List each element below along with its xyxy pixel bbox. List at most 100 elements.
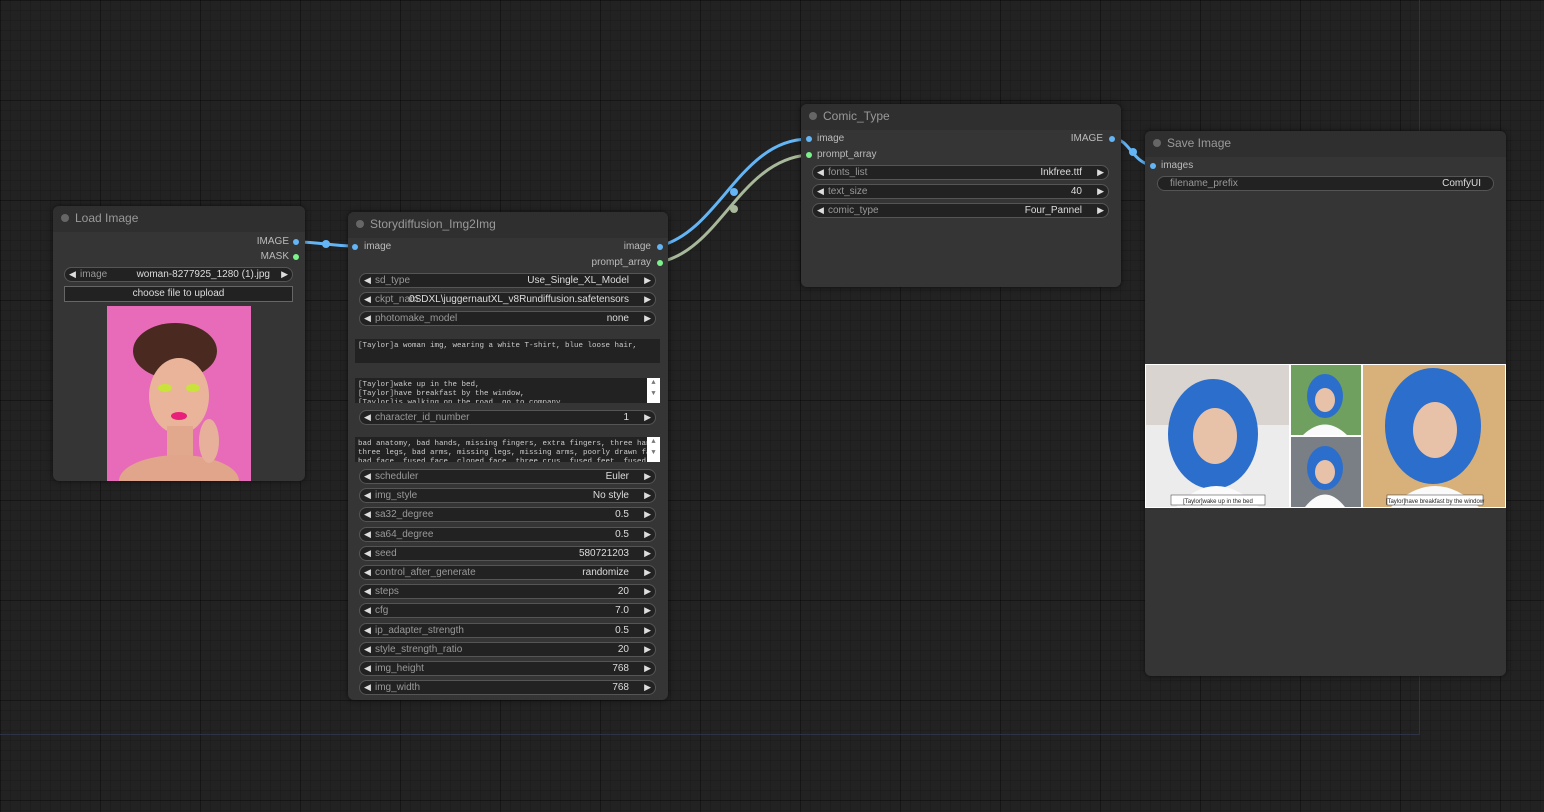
prompt-textarea[interactable]: [Taylor]a woman img, wearing a white T-s… bbox=[355, 339, 660, 363]
character-id-widget[interactable]: ◀ character_id_number 1 ▶ bbox=[359, 410, 656, 425]
arrow-left-icon[interactable]: ◀ bbox=[364, 274, 371, 287]
output-slot-mask[interactable]: MASK bbox=[261, 250, 299, 264]
scene-textarea[interactable]: [Taylor]wake up in the bed, [Taylor]have… bbox=[355, 378, 660, 403]
output-slot-image[interactable]: image bbox=[624, 240, 663, 254]
load-image-title-bar[interactable]: Load Image bbox=[53, 206, 305, 232]
input-slot-image[interactable]: image bbox=[806, 132, 844, 146]
storydiffusion-title-bar[interactable]: Storydiffusion_Img2Img bbox=[348, 212, 668, 238]
comic-type-title-bar[interactable]: Comic_Type bbox=[801, 104, 1121, 130]
arrow-right-icon[interactable]: ▶ bbox=[644, 411, 651, 424]
arrow-left-icon[interactable]: ◀ bbox=[364, 643, 371, 656]
collapse-dot-icon[interactable] bbox=[61, 214, 69, 222]
input-slot-images[interactable]: images bbox=[1150, 159, 1193, 173]
scrollbar[interactable]: ▲ ▼ bbox=[647, 378, 660, 403]
text-size-widget[interactable]: ◀ text_size 40 ▶ bbox=[812, 184, 1109, 199]
filename-prefix-widget[interactable]: filename_prefix ComfyUI bbox=[1157, 176, 1494, 191]
arrow-right-icon[interactable]: ▶ bbox=[644, 566, 651, 579]
node-title: Save Image bbox=[1167, 136, 1232, 150]
negative-textarea[interactable]: bad anatomy, bad hands, missing fingers,… bbox=[355, 437, 660, 462]
arrow-left-icon[interactable]: ◀ bbox=[364, 662, 371, 675]
collapse-dot-icon[interactable] bbox=[809, 112, 817, 120]
scrollbar[interactable]: ▲ ▼ bbox=[647, 437, 660, 462]
style-strength-ratio-widget[interactable]: ◀ style_strength_ratio 20 ▶ bbox=[359, 641, 656, 657]
arrow-right-icon[interactable]: ▶ bbox=[644, 547, 651, 560]
control-after-generate-widget[interactable]: ◀ control_after_generate randomize ▶ bbox=[359, 565, 656, 580]
img-style-widget[interactable]: ◀ img_style No style ▶ bbox=[359, 488, 656, 504]
arrow-right-icon[interactable]: ▶ bbox=[644, 624, 651, 637]
arrow-right-icon[interactable]: ▶ bbox=[644, 312, 651, 325]
upload-button[interactable]: choose file to upload bbox=[64, 286, 293, 302]
arrow-right-icon[interactable]: ▶ bbox=[644, 643, 651, 656]
save-image-node[interactable]: Save Image images filename_prefix ComfyU… bbox=[1145, 131, 1506, 676]
ip-adapter-strength-widget[interactable]: ◀ ip_adapter_strength 0.5 ▶ bbox=[359, 622, 656, 638]
collapse-dot-icon[interactable] bbox=[1153, 139, 1161, 147]
arrow-right-icon[interactable]: ▶ bbox=[644, 470, 651, 483]
arrow-left-icon[interactable]: ◀ bbox=[364, 681, 371, 694]
output-slot-image[interactable]: IMAGE bbox=[1071, 132, 1115, 146]
arrow-right-icon[interactable]: ▶ bbox=[644, 662, 651, 675]
link-story-prompt-to-comic bbox=[659, 153, 809, 264]
image-combo-widget[interactable]: ◀ image woman-8277925_1280 (1).jpg ▶ bbox=[64, 267, 293, 282]
input-slot-image[interactable]: image bbox=[352, 240, 391, 254]
arrow-right-icon[interactable]: ▶ bbox=[644, 489, 651, 502]
arrow-left-icon[interactable]: ◀ bbox=[364, 508, 371, 521]
arrow-right-icon[interactable]: ▶ bbox=[281, 268, 288, 281]
arrow-left-icon[interactable]: ◀ bbox=[817, 166, 824, 179]
widget-label: fonts_list bbox=[828, 167, 868, 178]
arrow-right-icon[interactable]: ▶ bbox=[644, 274, 651, 287]
storydiffusion-node[interactable]: Storydiffusion_Img2Img image image promp… bbox=[348, 212, 668, 700]
arrow-right-icon[interactable]: ▶ bbox=[644, 293, 651, 306]
arrow-right-icon[interactable]: ▶ bbox=[1097, 166, 1104, 179]
arrow-left-icon[interactable]: ◀ bbox=[364, 489, 371, 502]
output-slot-image[interactable]: IMAGE bbox=[257, 235, 299, 249]
save-image-title-bar[interactable]: Save Image bbox=[1145, 131, 1506, 157]
arrow-right-icon[interactable]: ▶ bbox=[644, 508, 651, 521]
arrow-right-icon[interactable]: ▶ bbox=[644, 681, 651, 694]
output-slot-prompt-array[interactable]: prompt_array bbox=[592, 256, 663, 270]
arrow-right-icon[interactable]: ▶ bbox=[1097, 204, 1104, 217]
arrow-right-icon[interactable]: ▶ bbox=[644, 528, 651, 541]
widget-label: sa64_degree bbox=[375, 528, 434, 540]
arrow-left-icon[interactable]: ◀ bbox=[364, 312, 371, 325]
ckpt-nam-widget[interactable]: ◀ ckpt_nam 0SDXL\juggernautXL_v8Rundiffusi… bbox=[359, 292, 656, 307]
seed-widget[interactable]: ◀ seed 580721203 ▶ bbox=[359, 545, 656, 561]
sa32-degree-widget[interactable]: ◀ sa32_degree 0.5 ▶ bbox=[359, 507, 656, 523]
widget-value: 20 bbox=[617, 586, 629, 598]
arrow-left-icon[interactable]: ◀ bbox=[364, 528, 371, 541]
widget-value: none bbox=[606, 313, 629, 324]
widget-value: 768 bbox=[612, 682, 629, 694]
comic-type-node[interactable]: Comic_Type image prompt_array IMAGE ◀ fon… bbox=[801, 104, 1121, 287]
steps-widget[interactable]: ◀ steps 20 ▶ bbox=[359, 584, 656, 600]
arrow-left-icon[interactable]: ◀ bbox=[364, 624, 371, 637]
sd-type-widget[interactable]: ◀ sd_type Use_Single_XL_Model ▶ bbox=[359, 273, 656, 288]
input-slot-prompt-array[interactable]: prompt_array bbox=[806, 148, 876, 162]
img-width-widget[interactable]: ◀ img_width 768 ▶ bbox=[359, 680, 656, 696]
arrow-left-icon[interactable]: ◀ bbox=[69, 268, 76, 281]
widget-label: img_style bbox=[375, 490, 418, 502]
collapse-dot-icon[interactable] bbox=[356, 220, 364, 228]
panel-caption-2: [Taylor]have breakfast by the window bbox=[1386, 499, 1485, 505]
cfg-widget[interactable]: ◀ cfg 7.0 ▶ bbox=[359, 603, 656, 619]
arrow-left-icon[interactable]: ◀ bbox=[817, 204, 824, 217]
arrow-left-icon[interactable]: ◀ bbox=[817, 185, 824, 198]
img-height-widget[interactable]: ◀ img_height 768 ▶ bbox=[359, 661, 656, 676]
arrow-left-icon[interactable]: ◀ bbox=[364, 604, 371, 617]
arrow-right-icon[interactable]: ▶ bbox=[644, 604, 651, 617]
arrow-right-icon[interactable]: ▶ bbox=[644, 585, 651, 598]
photomake-model-widget[interactable]: ◀ photomake_model none ▶ bbox=[359, 311, 656, 326]
comic-type-widget[interactable]: ◀ comic_type Four_Pannel ▶ bbox=[812, 203, 1109, 218]
arrow-left-icon[interactable]: ◀ bbox=[364, 411, 371, 424]
arrow-right-icon[interactable]: ▶ bbox=[1097, 185, 1104, 198]
arrow-left-icon[interactable]: ◀ bbox=[364, 470, 371, 483]
arrow-left-icon[interactable]: ◀ bbox=[364, 566, 371, 579]
arrow-left-icon[interactable]: ◀ bbox=[364, 585, 371, 598]
arrow-left-icon[interactable]: ◀ bbox=[364, 293, 371, 306]
link-load-to-story bbox=[297, 240, 356, 248]
arrow-left-icon[interactable]: ◀ bbox=[364, 547, 371, 560]
sa64-degree-widget[interactable]: ◀ sa64_degree 0.5 ▶ bbox=[359, 526, 656, 542]
scheduler-widget[interactable]: ◀ scheduler Euler ▶ bbox=[359, 469, 656, 484]
fonts-list-widget[interactable]: ◀ fonts_list Inkfree.ttf ▶ bbox=[812, 165, 1109, 180]
widget-label: style_strength_ratio bbox=[375, 643, 463, 655]
widget-label: sa32_degree bbox=[375, 509, 434, 521]
load-image-node[interactable]: Load Image IMAGE MASK ◀ image woman-8277… bbox=[53, 206, 305, 481]
